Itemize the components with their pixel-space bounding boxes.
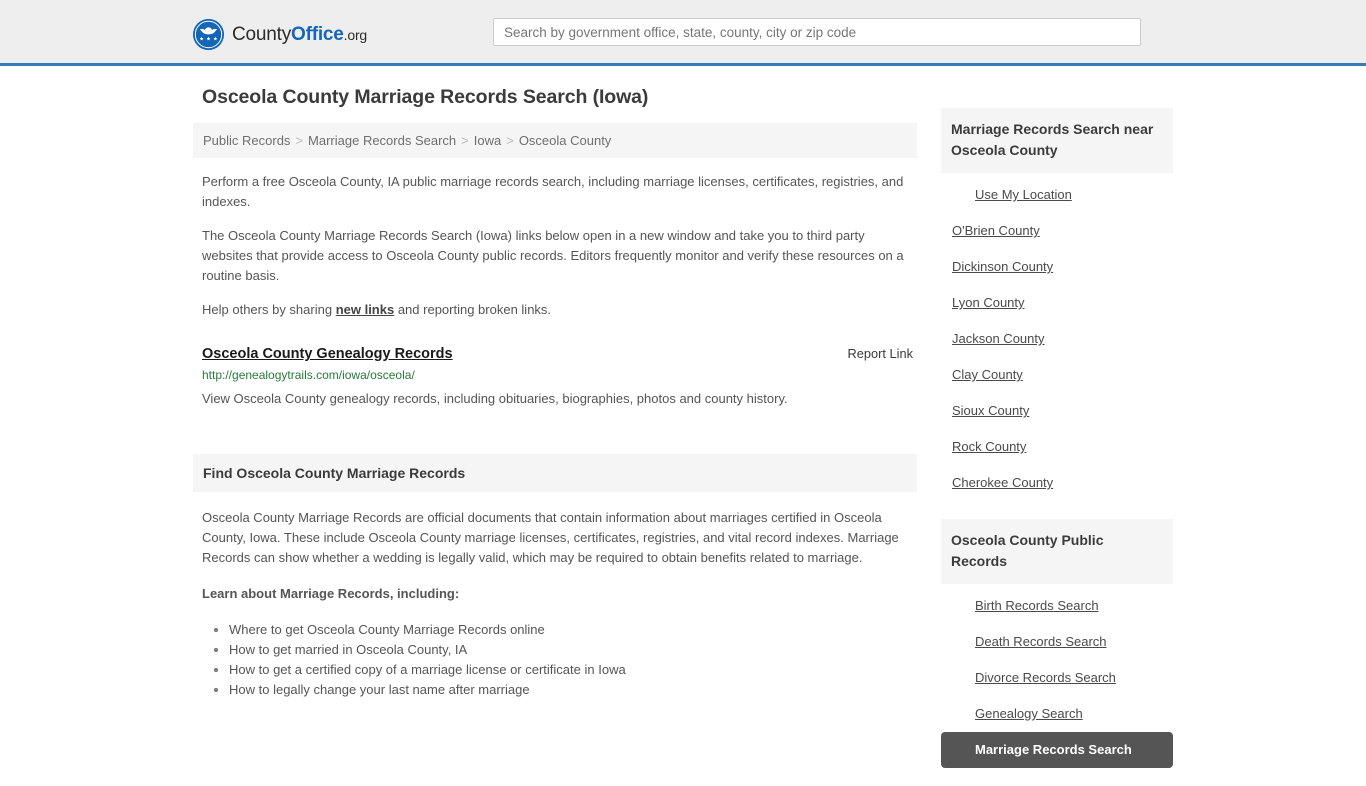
breadcrumb-item-iowa[interactable]: Iowa bbox=[474, 133, 501, 148]
find-records-paragraph: Osceola County Marriage Records are offi… bbox=[202, 510, 899, 565]
result-url: http://genealogytrails.com/iowa/osceola/ bbox=[202, 368, 415, 382]
find-records-section: Find Osceola County Marriage Records Osc… bbox=[193, 454, 917, 700]
main-column: Osceola County Marriage Records Search (… bbox=[193, 86, 917, 700]
report-link-button[interactable]: Report Link bbox=[848, 346, 913, 361]
sidebar-item-dickinson-county[interactable]: Dickinson County bbox=[941, 249, 1173, 285]
sidebar-item-sioux-county[interactable]: Sioux County bbox=[941, 393, 1173, 429]
widget-public-records-list: Birth Records Search Death Records Searc… bbox=[941, 584, 1173, 768]
sidebar-item-lyon-county[interactable]: Lyon County bbox=[941, 285, 1173, 321]
sidebar-item-divorce-records-search[interactable]: Divorce Records Search bbox=[941, 660, 1173, 696]
list-item: Where to get Osceola County Marriage Rec… bbox=[229, 620, 917, 640]
search-input[interactable] bbox=[493, 18, 1141, 46]
sidebar-item-obrien-county[interactable]: O'Brien County bbox=[941, 213, 1173, 249]
sidebar-item-birth-records-search[interactable]: Birth Records Search bbox=[941, 588, 1173, 624]
page-title: Osceola County Marriage Records Search (… bbox=[202, 86, 649, 108]
result-description: View Osceola County genealogy records, i… bbox=[202, 391, 788, 406]
site-logo[interactable]: CountyOffice.org bbox=[193, 18, 367, 50]
learn-about-list: Where to get Osceola County Marriage Rec… bbox=[202, 620, 917, 700]
widget-public-records-heading: Osceola County Public Records bbox=[941, 519, 1173, 584]
widget-nearby-heading: Marriage Records Search near Osceola Cou… bbox=[941, 108, 1173, 173]
result-header-row: Osceola County Genealogy Records Report … bbox=[202, 346, 917, 362]
sidebar-item-genealogy-search[interactable]: Genealogy Search bbox=[941, 696, 1173, 732]
sidebar-item-marriage-records-search[interactable]: Marriage Records Search bbox=[941, 732, 1173, 768]
result-title-link[interactable]: Osceola County Genealogy Records bbox=[202, 346, 453, 362]
sidebar-item-jackson-county[interactable]: Jackson County bbox=[941, 321, 1173, 357]
breadcrumb-separator: > bbox=[461, 133, 469, 148]
share-text-before: Help others by sharing bbox=[202, 302, 336, 317]
logo-text-org: .org bbox=[343, 26, 368, 43]
content-container: Osceola County Marriage Records Search (… bbox=[193, 66, 1173, 786]
list-item: How to get a certified copy of a marriag… bbox=[229, 660, 917, 680]
find-records-body: Osceola County Marriage Records are offi… bbox=[193, 492, 917, 700]
new-links-link[interactable]: new links bbox=[336, 302, 395, 317]
widget-public-records: Osceola County Public Records Birth Reco… bbox=[941, 519, 1173, 768]
page-body: Osceola County Marriage Records Search (… bbox=[0, 66, 1366, 786]
list-item: How to legally change your last name aft… bbox=[229, 680, 917, 700]
sidebar-item-rock-county[interactable]: Rock County bbox=[941, 429, 1173, 465]
widget-nearby-list: Use My Location O'Brien County Dickinson… bbox=[941, 173, 1173, 501]
breadcrumb: Public Records > Marriage Records Search > I… bbox=[193, 123, 917, 158]
widget-nearby-marriage-records: Marriage Records Search near Osceola Cou… bbox=[941, 108, 1173, 501]
header-inner: CountyOffice.org bbox=[0, 0, 1366, 63]
intro-paragraph-1: Perform a free Osceola County, IA public… bbox=[202, 174, 904, 209]
search-container bbox=[493, 18, 1141, 46]
eagle-seal-icon bbox=[193, 18, 224, 50]
intro-paragraph-2: The Osceola County Marriage Records Sear… bbox=[202, 228, 904, 283]
find-records-heading: Find Osceola County Marriage Records bbox=[193, 454, 917, 492]
result-item: Osceola County Genealogy Records Report … bbox=[202, 346, 917, 410]
sidebar: Marriage Records Search near Osceola Cou… bbox=[941, 86, 1173, 786]
breadcrumb-item-marriage-records-search[interactable]: Marriage Records Search bbox=[308, 133, 456, 148]
sidebar-item-cherokee-county[interactable]: Cherokee County bbox=[941, 465, 1173, 501]
intro-paragraph-3: Help others by sharing new links and rep… bbox=[202, 300, 917, 320]
site-header: CountyOffice.org bbox=[0, 0, 1366, 66]
logo-text-county: County bbox=[232, 23, 292, 45]
learn-about-heading: Learn about Marriage Records, including: bbox=[202, 586, 460, 601]
sidebar-item-clay-county[interactable]: Clay County bbox=[941, 357, 1173, 393]
breadcrumb-separator: > bbox=[506, 133, 514, 148]
site-logo-text: CountyOffice.org bbox=[232, 25, 367, 44]
logo-text-office: Office bbox=[291, 23, 344, 45]
list-item: How to get married in Osceola County, IA bbox=[229, 640, 917, 660]
breadcrumb-item-public-records[interactable]: Public Records bbox=[203, 133, 290, 148]
sidebar-item-death-records-search[interactable]: Death Records Search bbox=[941, 624, 1173, 660]
breadcrumb-separator: > bbox=[295, 133, 304, 148]
sidebar-item-use-my-location[interactable]: Use My Location bbox=[941, 177, 1173, 213]
breadcrumb-item-osceola-county: Osceola County bbox=[518, 133, 612, 148]
share-text-after: and reporting broken links. bbox=[394, 302, 552, 317]
